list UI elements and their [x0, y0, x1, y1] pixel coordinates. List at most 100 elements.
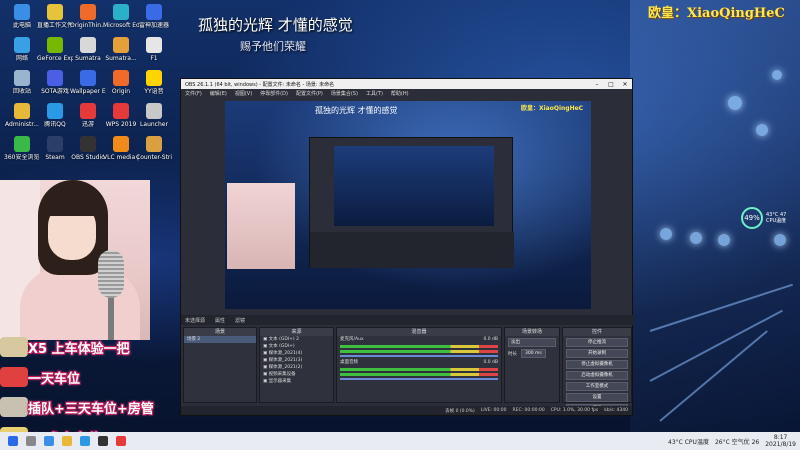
menu-item[interactable]: 视图(V) [235, 90, 252, 97]
app-icon [47, 103, 63, 119]
control-button[interactable]: 设置 [566, 393, 628, 402]
desktop-icon-label: VLC media player [103, 154, 139, 161]
cpu-meta: 43°C 47 CPU温度 [766, 212, 786, 224]
mixer-channel-db: 0.0 dB [483, 337, 498, 342]
desktop-icon[interactable]: VLC media player [103, 136, 139, 161]
menu-item[interactable]: 场景集合(S) [331, 90, 358, 97]
menu-item[interactable]: 配置文件(P) [296, 90, 323, 97]
source-item[interactable]: ▣ 文本 (GDI+) [260, 343, 333, 350]
desktop-icon-label: 360安全浏览器 [4, 154, 40, 161]
sources-header: 来源 [260, 328, 333, 336]
control-button[interactable]: 启动虚拟摄像机 [566, 371, 628, 380]
minimize-icon[interactable]: – [590, 81, 604, 88]
clock-time: 8:17 [773, 434, 788, 441]
source-item[interactable]: ▣ 媒体源_2021(3) [260, 357, 333, 364]
source-toolbar-item[interactable]: 滤镜 [235, 317, 245, 324]
desktop-icon[interactable]: Administr... [4, 103, 40, 128]
bokeh-light [772, 70, 782, 80]
browser-icon[interactable] [44, 436, 54, 446]
desktop-icon[interactable]: 迅游 [70, 103, 106, 128]
source-toolbar-item[interactable]: 未选择源 [185, 317, 205, 324]
desktop-icon[interactable]: 网络 [4, 37, 40, 62]
search-icon[interactable] [26, 436, 36, 446]
app-icon [146, 37, 162, 53]
close-icon[interactable]: ✕ [618, 81, 632, 88]
qq-icon[interactable] [80, 436, 90, 446]
control-button[interactable]: 停止推流 [566, 338, 628, 347]
desktop-icon[interactable]: F1 [136, 37, 172, 62]
desktop-icon-label: WPS 2019 [105, 121, 137, 128]
duration-input[interactable]: 300 ms [521, 349, 546, 358]
desktop-icon[interactable]: OBS Studio [70, 136, 106, 161]
desktop-icon[interactable]: Microsoft Edge [103, 4, 139, 29]
desktop-icon[interactable]: WPS 2019 [103, 103, 139, 128]
desktop-icon[interactable]: YY语音 [136, 70, 172, 95]
source-item[interactable]: ▣ 媒体源_2021(4) [260, 350, 333, 357]
desktop-icon[interactable]: Sumatra [70, 37, 106, 62]
source-item[interactable]: ▣ 文本 (GDI+) 2 [260, 336, 333, 343]
nested-preview [334, 146, 494, 226]
desktop-icon[interactable]: Sumatra... [103, 37, 139, 62]
start-icon[interactable] [8, 436, 18, 446]
source-item[interactable]: ▣ 显示器采集 [260, 378, 333, 385]
desktop-icon[interactable]: OriginThin... [70, 4, 106, 29]
scenes-header: 场景 [184, 328, 256, 336]
app-icon [80, 103, 96, 119]
desktop-icon-label: F1 [150, 55, 158, 62]
desktop-icon[interactable]: GeForce Experience [37, 37, 73, 62]
webcam-feed [0, 180, 150, 340]
source-toolbar-item[interactable]: 属性 [215, 317, 225, 324]
desktop-icon[interactable]: 腾讯QQ [37, 103, 73, 128]
obs-preview[interactable]: 孤独的光辉 才懂的感觉 欧皇：XiaoQingHeC [225, 101, 591, 309]
desktop-icon-label: 迅游 [81, 121, 94, 128]
desktop-icon[interactable]: Counter-Strike Global Offe... [136, 136, 172, 161]
maximize-icon[interactable]: □ [604, 81, 618, 88]
control-button[interactable]: 开始录制 [566, 349, 628, 358]
menu-item[interactable]: 编辑(E) [210, 90, 227, 97]
desktop-icon[interactable]: Origin [103, 70, 139, 95]
controls-list: 停止推流开始录制停止虚拟摄像机启动虚拟摄像机工作室模式设置退出 [563, 338, 631, 413]
desktop-icon[interactable]: SOTA游戏 [37, 70, 73, 95]
menu-item[interactable]: 文件(F) [185, 90, 202, 97]
volume-slider[interactable] [340, 378, 498, 380]
app-icon [14, 103, 30, 119]
transition-select[interactable]: 淡出 [508, 338, 556, 347]
scene-item[interactable]: 场景 2 [184, 336, 256, 343]
menu-item[interactable]: 帮助(H) [391, 90, 409, 97]
desktop-icon-label: 直播工作文件 [37, 22, 73, 29]
app-icon [80, 136, 96, 152]
menu-item[interactable]: 工具(T) [366, 90, 383, 97]
control-button[interactable]: 停止虚拟摄像机 [566, 360, 628, 369]
mixer-channel-label: 桌面音频 0.0 dB [337, 359, 501, 366]
desktop-icon-label: Wallpaper Engine [70, 88, 106, 95]
desktop-icon[interactable]: Wallpaper Engine [70, 70, 106, 95]
desktop-icon[interactable]: 雷神加速器 [136, 4, 172, 29]
source-item[interactable]: ▣ 视频采集设备 [260, 371, 333, 378]
streamer-bangs [44, 196, 100, 216]
desktop-icon[interactable]: 回收站 [4, 70, 40, 95]
promo-sticker [0, 337, 28, 357]
taskbar: 43°C CPU温度 26°C 空气优 26 8:17 2021/8/19 [0, 432, 800, 450]
desktop-icon[interactable]: Launcher [136, 103, 172, 128]
desktop-icon[interactable]: 此电脑 [4, 4, 40, 29]
volume-meter [340, 373, 498, 376]
preview-streamer-name: 欧皇：XiaoQingHeC [521, 105, 584, 112]
folder-icon[interactable] [62, 436, 72, 446]
sources-dock: 来源 ▣ 文本 (GDI+) 2 ▣ 文本 (GDI+) ▣ 媒体源_2021(4)… [259, 327, 334, 403]
menu-item[interactable]: 停靠部件(D) [260, 90, 288, 97]
clock[interactable]: 8:17 2021/8/19 [765, 434, 796, 448]
obs-window[interactable]: OBS 26.1.1 (64 bit, windows) - 配置文件: 未命名… [180, 78, 634, 416]
app-icon [47, 37, 63, 53]
volume-slider[interactable] [340, 355, 498, 357]
obs-icon[interactable] [98, 436, 108, 446]
control-button[interactable]: 工作室模式 [566, 382, 628, 391]
app-icon [113, 103, 129, 119]
desktop-icon[interactable]: 360安全浏览器 [4, 136, 40, 161]
status-item: CPU: 1.0%, 30.00 fps [550, 408, 599, 413]
obs-titlebar[interactable]: OBS 26.1.1 (64 bit, windows) - 配置文件: 未命名… [181, 79, 632, 89]
app-icon[interactable] [116, 436, 126, 446]
source-item[interactable]: ▣ 媒体源_2021(2) [260, 364, 333, 371]
desktop-icon[interactable]: 直播工作文件 [37, 4, 73, 29]
desktop-icon[interactable]: Steam [37, 136, 73, 161]
status-item: REC: 00:00:00 [512, 408, 545, 413]
